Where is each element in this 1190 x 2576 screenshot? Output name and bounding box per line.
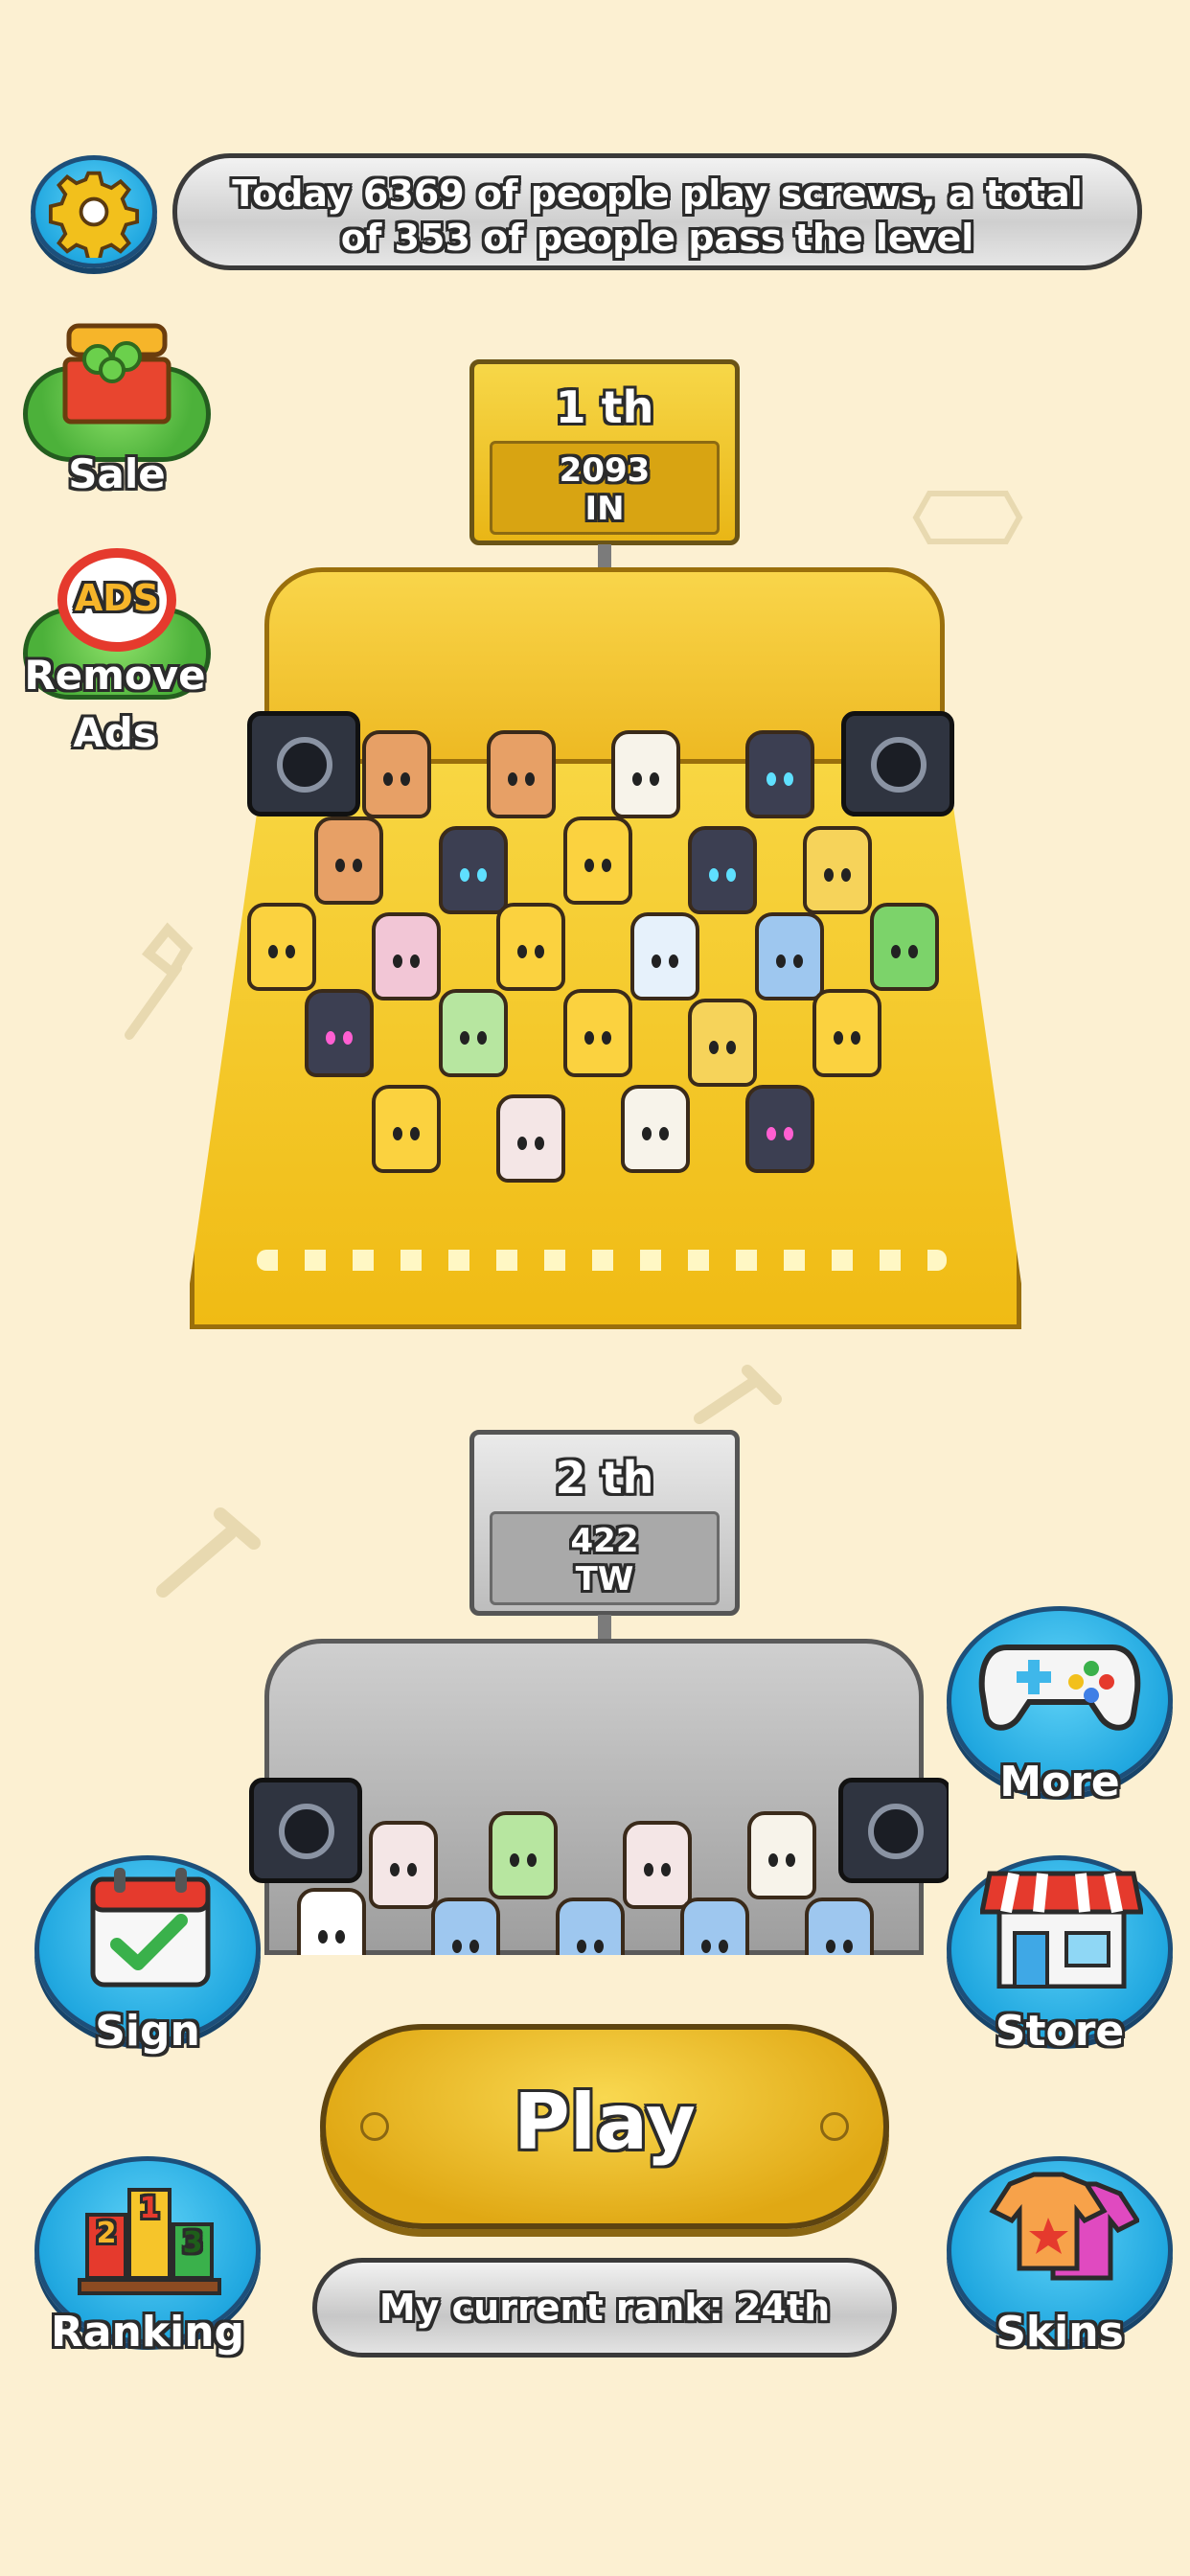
remove-ads-label-1: Remove [24,652,206,699]
robot-character [745,730,814,818]
duck-character [247,903,316,991]
gamepad-icon [978,1644,1141,1731]
shop-icon [980,1871,1143,1989]
stats-line-2: of 353 of people pass the level [340,217,974,259]
podium-number-3: 3 [182,2226,203,2260]
first-place-lights [257,1250,947,1271]
second-place-score: 422 [570,1522,639,1560]
sheep-character [747,1811,816,1899]
pilot-character [805,1898,874,1955]
first-place-rank: 1 th [555,381,654,433]
ranking-label: Ranking [50,2308,245,2357]
pilot-character [680,1898,749,1955]
bunny-character [297,1888,366,1955]
pilot-character [431,1898,500,1955]
ranking-button[interactable]: 2 1 3 Ranking [34,2156,261,2357]
treasure-chest-icon [62,323,172,425]
first-place-country: IN [584,490,625,528]
screw-decoration-icon [694,1365,782,1424]
play-button[interactable]: Play [320,2024,889,2229]
robot-character [688,826,757,914]
bear-character [314,816,383,905]
ads-badge-text: ADS [74,577,160,619]
bear-character [487,730,556,818]
second-place-label: 2 th 422 TW [469,1430,740,1616]
gear-icon [48,171,140,258]
speaker-right-1 [841,711,954,816]
frog-character [439,989,508,1077]
podium-number-2: 2 [96,2217,117,2250]
play-label: Play [514,2078,696,2167]
pilot-character [755,912,824,1000]
sale-button[interactable]: Sale [23,307,211,508]
more-label: More [999,1758,1120,1806]
no-ads-icon: ADS [57,548,176,652]
bolt-decoration-icon [156,1507,261,1598]
gold-screw-character [803,826,872,914]
second-place-pole [598,1615,611,1640]
bear-character [362,730,431,818]
second-place-rank: 2 th [555,1452,654,1504]
more-button[interactable]: More [947,1606,1173,1806]
sheep-character [621,1085,690,1173]
settings-button[interactable] [31,155,157,268]
cat-robot-character [305,989,374,1077]
robot-character [439,826,508,914]
boombox-character [372,912,441,1000]
current-rank-bar: My current rank: 24th [312,2258,897,2358]
cap-character [623,1821,692,1909]
tshirt-icon [989,2172,1139,2281]
speaker-left-2 [249,1778,362,1883]
first-place-score: 2093 [559,451,651,490]
skins-button[interactable]: Skins [947,2156,1173,2357]
first-place-stage [190,567,1021,1329]
remove-ads-label-2: Ads [73,709,157,756]
duck-character [372,1085,441,1173]
first-place-info: 2093 IN [490,441,720,535]
stats-line-1: Today 6369 of people play screws, a tota… [232,172,1083,215]
second-place-country: TW [575,1560,634,1598]
pilot-character [556,1898,625,1955]
sheep-character [611,730,680,818]
duck-character [563,989,632,1077]
podium-first-block: 1 [127,2188,172,2280]
nut-decoration-icon [912,491,1023,544]
calendar-check-icon [90,1868,211,1988]
cap-character [369,1821,438,1909]
first-place-label: 1 th 2093 IN [469,359,740,545]
speaker-left-1 [247,711,360,816]
gold-screw-character [688,999,757,1087]
podium-second-block: 2 [85,2213,127,2280]
sign-label: Sign [95,2007,200,2056]
current-rank-text: My current rank: 24th [378,2287,831,2329]
podium-third-block: 3 [172,2222,214,2280]
stats-banner: Today 6369 of people play screws, a tota… [172,153,1142,270]
frog-character [489,1811,558,1899]
skins-label: Skins [995,2308,1124,2357]
frog-character [870,903,939,991]
first-place-pole [598,544,611,569]
sale-label: Sale [68,450,166,497]
cap-character [496,1094,565,1183]
miner-character [630,912,699,1000]
remove-ads-button[interactable]: ADS Remove Ads [19,544,211,774]
screwdriver-decoration-icon [125,922,194,1040]
store-button[interactable]: Store [947,1855,1173,2056]
second-place-info: 422 TW [490,1511,720,1605]
podium-icon: 2 1 3 [78,2174,221,2297]
store-label: Store [995,2007,1125,2056]
sign-button[interactable]: Sign [34,1855,261,2056]
duck-character [496,903,565,991]
second-place-stage [240,1639,949,1955]
duck-character [812,989,881,1077]
podium-base [78,2278,221,2295]
cat-robot-character [745,1085,814,1173]
duck-character [563,816,632,905]
podium-number-1: 1 [139,2192,160,2225]
